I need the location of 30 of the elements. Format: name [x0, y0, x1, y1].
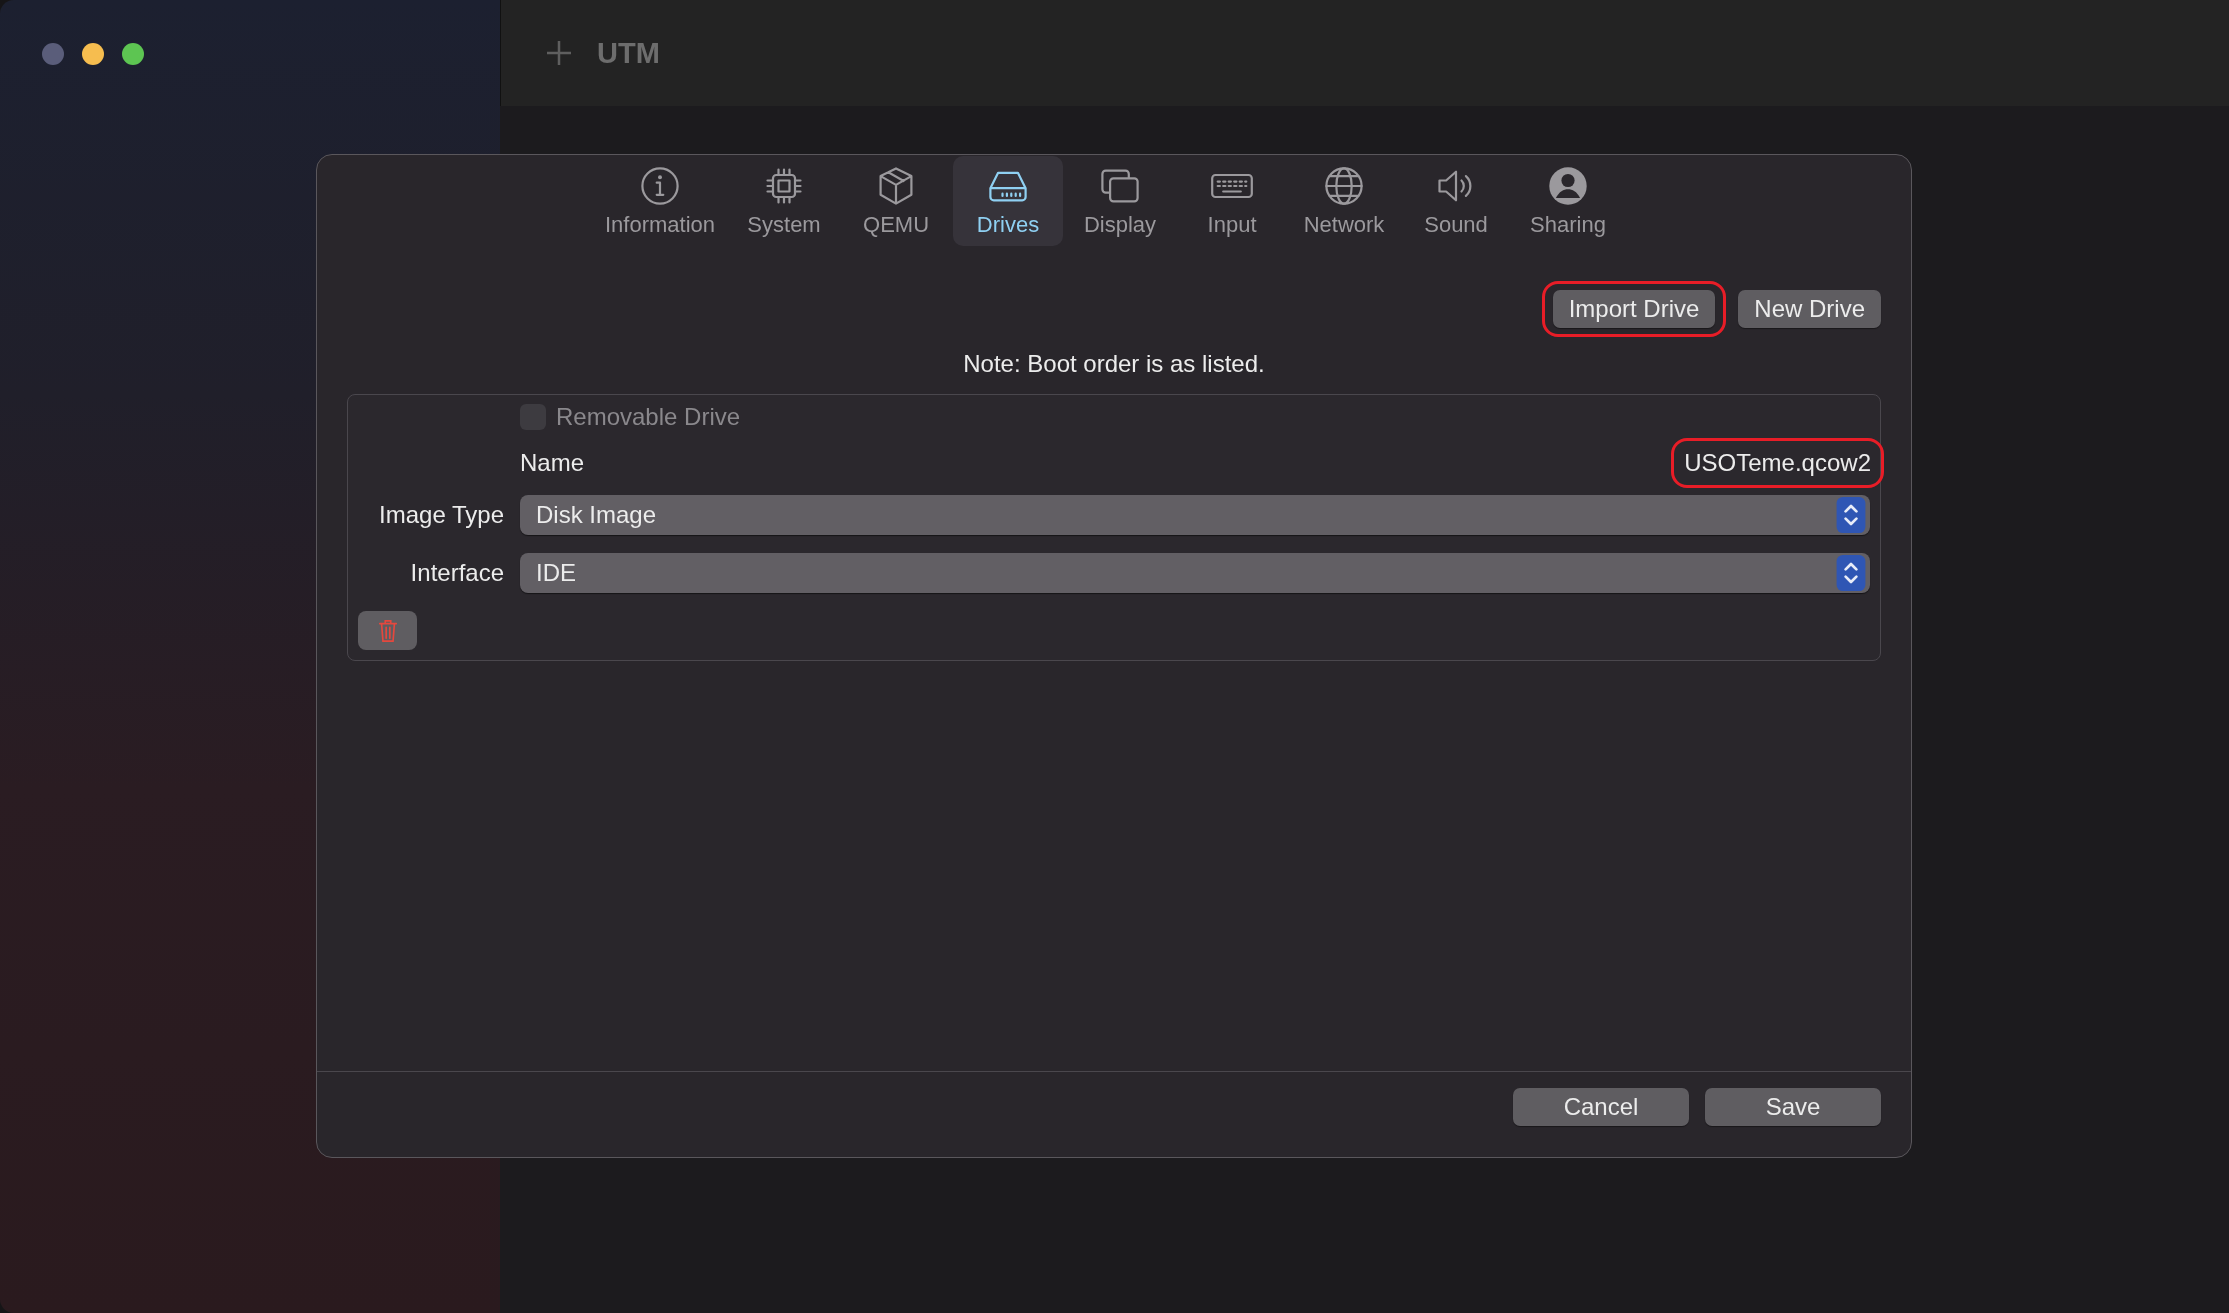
field-label: Image Type	[379, 501, 504, 529]
settings-tab[interactable]: Input	[1177, 156, 1288, 246]
drive-button[interactable]: Import Drive	[1552, 290, 1716, 328]
settings-tab[interactable]: Drives	[953, 156, 1064, 246]
info-icon	[638, 164, 682, 208]
dialog-button[interactable]: Cancel	[1513, 1088, 1689, 1126]
zoom-button[interactable]	[122, 43, 144, 65]
dialog-button[interactable]: Save	[1705, 1088, 1881, 1126]
field-label: Name	[520, 449, 585, 477]
boot-order-note: Note: Boot order is as listed.	[962, 350, 1266, 378]
dropdown[interactable]: Disk Image	[520, 495, 1870, 535]
settings-tab[interactable]: Display	[1065, 156, 1176, 246]
settings-tab[interactable]: System	[729, 156, 840, 246]
chevron-updown-icon	[1836, 555, 1866, 591]
app-title: UTM	[597, 36, 660, 70]
settings-tab[interactable]: Network	[1289, 156, 1400, 246]
settings-tab[interactable]: Sharing	[1513, 156, 1624, 246]
name-value: USOTeme.qcow2	[1684, 449, 1871, 477]
field-label: Interface	[410, 559, 504, 587]
checkbox-label: Removable Drive	[556, 403, 741, 431]
chevron-updown-icon	[1836, 497, 1866, 533]
drive-button[interactable]: New Drive	[1738, 290, 1881, 328]
minimize-button[interactable]	[82, 43, 104, 65]
add-icon[interactable]	[545, 39, 573, 67]
close-button[interactable]	[42, 43, 64, 65]
delete-button[interactable]	[358, 611, 417, 650]
settings-tab[interactable]: Information	[592, 156, 728, 246]
settings-tab[interactable]: Sound	[1401, 156, 1512, 246]
settings-tab[interactable]: QEMU	[841, 156, 952, 246]
dropdown[interactable]: IDE	[520, 553, 1870, 593]
